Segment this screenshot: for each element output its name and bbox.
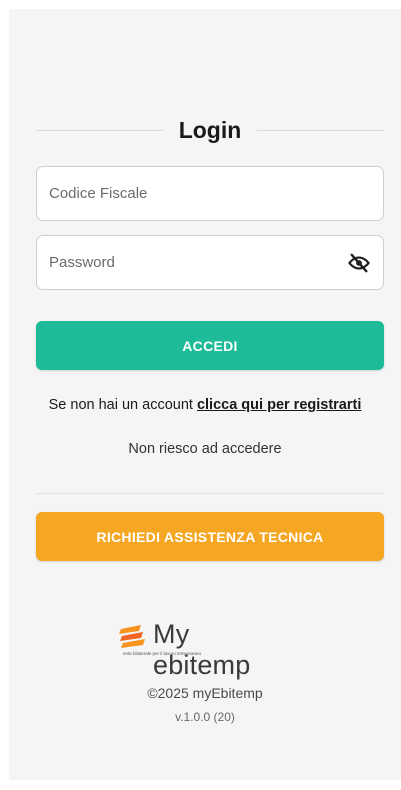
password-input[interactable] — [49, 236, 347, 289]
section-divider — [36, 493, 384, 494]
brand-tagline: ente bilaterale per il lavoro temporaneo — [123, 651, 202, 656]
register-prompt: Se non hai un account clicca qui per reg… — [9, 397, 401, 413]
page-title: Login — [178, 116, 242, 143]
codice-fiscale-input[interactable] — [49, 167, 371, 220]
register-prefix-text: Se non hai un account — [48, 397, 197, 413]
copyright-text: ©2025 myEbitemp — [147, 685, 263, 701]
login-screen: Login ACCEDI Se non hai un account clicc… — [9, 9, 401, 780]
title-divider-left — [36, 129, 163, 131]
ebitemp-logo-mark — [119, 625, 145, 648]
title-divider-right — [257, 129, 384, 131]
assistenza-button[interactable]: RICHIEDI ASSISTENZA TECNICA — [36, 512, 384, 561]
cannot-access-link[interactable]: Non riesco ad accedere — [9, 441, 401, 457]
ebitemp-logo: My ebitemp ente bilaterale per il lavoro… — [119, 619, 294, 680]
brand-name: My ebitemp — [153, 619, 251, 680]
eye-off-icon[interactable] — [347, 251, 371, 275]
login-header: Login — [36, 115, 384, 145]
version-text: v.1.0.0 (20) — [175, 710, 235, 724]
codice-fiscale-field[interactable] — [36, 166, 384, 221]
register-link[interactable]: clicca qui per registrarti — [197, 397, 361, 413]
password-field[interactable] — [36, 235, 384, 290]
accedi-button[interactable]: ACCEDI — [36, 321, 384, 370]
